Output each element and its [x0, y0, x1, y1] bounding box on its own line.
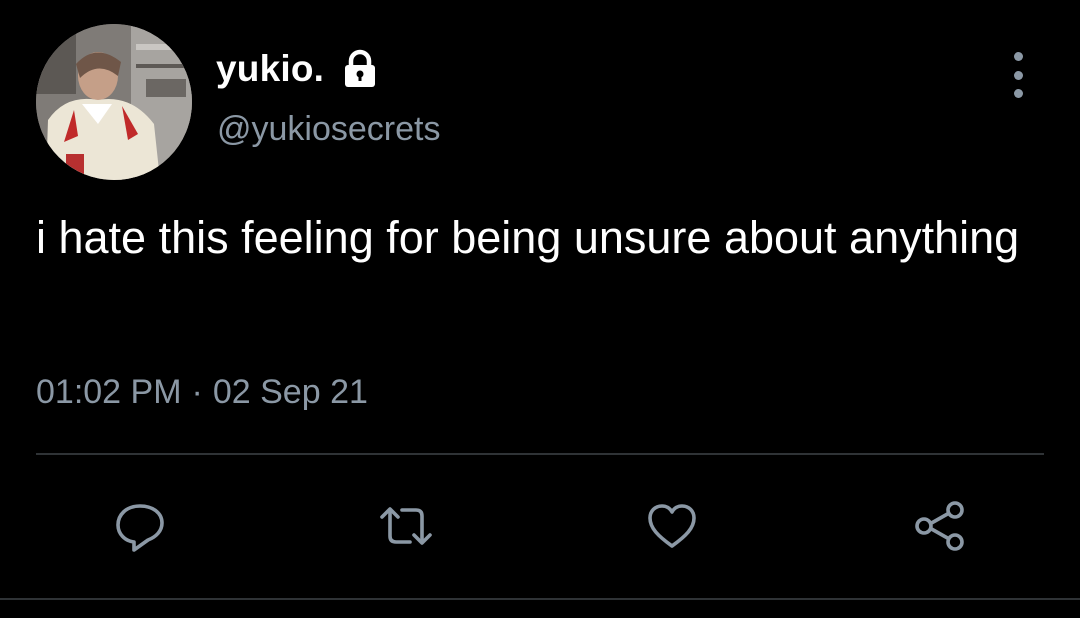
share-icon	[915, 501, 964, 551]
tweet-text: i hate this feeling for being unsure abo…	[36, 212, 1020, 263]
divider	[36, 453, 1044, 455]
more-options-button[interactable]	[998, 52, 1038, 98]
more-vertical-icon	[1013, 52, 1023, 61]
display-name-row: yukio.	[216, 46, 380, 92]
like-button[interactable]	[642, 496, 702, 556]
divider-bottom	[0, 598, 1080, 600]
more-vertical-icon-dot	[1013, 70, 1023, 80]
retweet-icon	[380, 507, 432, 545]
lock-icon	[340, 49, 380, 89]
retweet-button[interactable]	[376, 496, 436, 556]
tweet-date: 02 Sep 21	[212, 373, 368, 411]
avatar-photo	[36, 24, 192, 180]
more-vertical-icon-dot	[1013, 89, 1023, 98]
avatar[interactable]	[36, 24, 192, 180]
display-name[interactable]: yukio.	[216, 48, 324, 90]
tweet-timestamp[interactable]: 01:02 PM · 02 Sep 21	[36, 373, 368, 412]
heart-icon	[648, 504, 696, 548]
tweet-time: 01:02 PM	[36, 373, 182, 411]
timestamp-separator: ·	[191, 373, 203, 411]
share-button[interactable]	[910, 496, 970, 556]
reply-icon	[116, 504, 164, 552]
tweet-card: yukio. @yukiosecrets i hate this feeling…	[0, 0, 1080, 618]
reply-button[interactable]	[110, 496, 170, 556]
user-handle[interactable]: @yukiosecrets	[217, 110, 440, 149]
